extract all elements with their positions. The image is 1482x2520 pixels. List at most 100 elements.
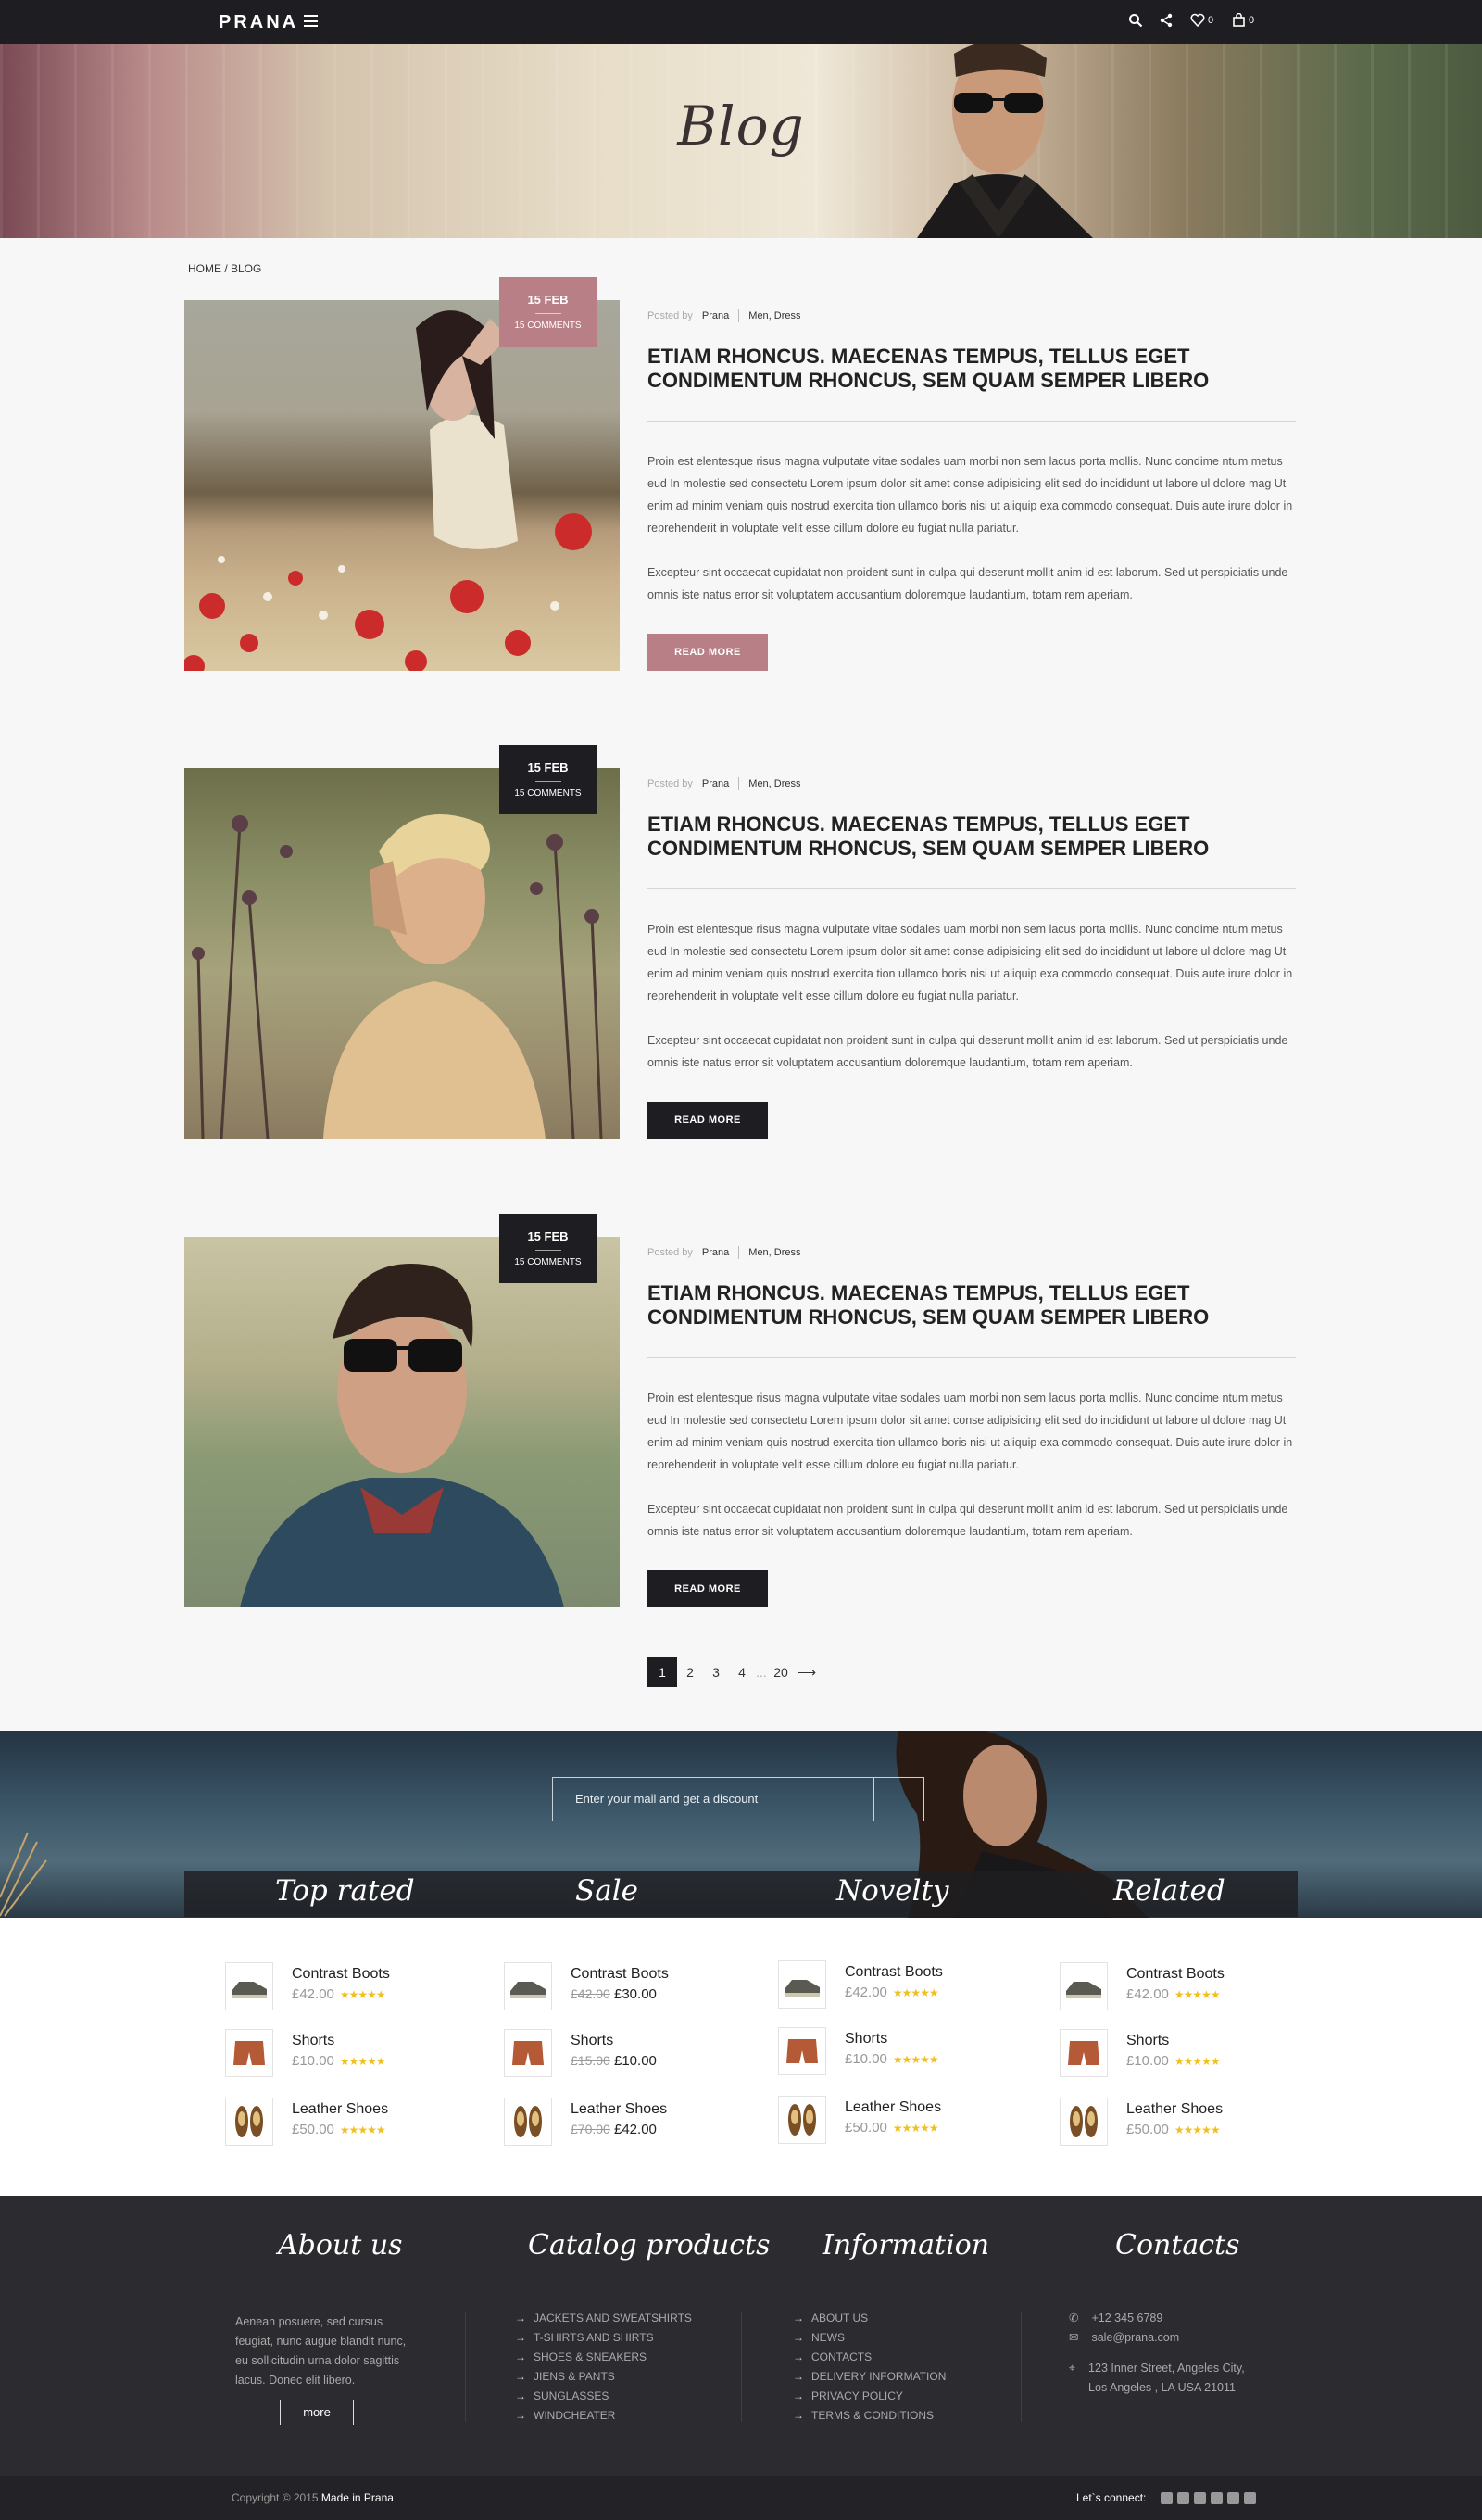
logo[interactable]: PRANA: [219, 12, 298, 33]
instagram-icon[interactable]: [1244, 2491, 1257, 2504]
menu-icon[interactable]: [304, 15, 318, 27]
old-price: £15.00: [571, 2053, 610, 2068]
facebook-icon[interactable]: [1211, 2491, 1224, 2504]
page-1[interactable]: 1: [647, 1657, 677, 1687]
made-in-link[interactable]: Made in Prana: [321, 2491, 394, 2504]
product-name[interactable]: Leather Shoes: [1126, 2101, 1223, 2118]
post-title[interactable]: ETIAM RHONCUS. MAECENAS TEMPUS, TELLUS E…: [647, 1281, 1296, 1329]
product-price: £10.00: [292, 2053, 334, 2069]
post-author[interactable]: Prana: [702, 778, 729, 789]
tumblr-icon[interactable]: [1161, 2491, 1174, 2504]
cart-icon[interactable]: 0: [1232, 13, 1254, 27]
next-page-arrow-icon[interactable]: ⟶: [794, 1657, 820, 1687]
product-price: £10.00: [1126, 2053, 1169, 2069]
post-image[interactable]: [184, 768, 620, 1139]
read-more-button[interactable]: READ MORE: [647, 1102, 768, 1139]
boot-thumbnail[interactable]: [778, 1960, 826, 2009]
boot-thumbnail[interactable]: [225, 1962, 273, 2010]
date-badge: 15 FEB 15 COMMENTS: [499, 277, 597, 346]
product-name[interactable]: Leather Shoes: [571, 2101, 667, 2118]
post-image[interactable]: [184, 1237, 620, 1607]
shorts-thumbnail[interactable]: [1060, 2029, 1108, 2077]
footer-link[interactable]: PRIVACY POLICY: [793, 2387, 946, 2406]
mail-icon: ✉: [1069, 2331, 1079, 2344]
footer-link[interactable]: JIENS & PANTS: [515, 2367, 692, 2387]
tab-related[interactable]: Related: [1113, 1874, 1225, 1908]
wishlist-icon[interactable]: 0: [1190, 13, 1213, 27]
product-name[interactable]: Contrast Boots: [571, 1966, 669, 1983]
newsletter-submit-button[interactable]: [873, 1777, 924, 1821]
shoes-thumbnail[interactable]: [504, 2098, 552, 2146]
footer-about-title: About us: [278, 2229, 403, 2262]
footer-link[interactable]: ABOUT US: [793, 2309, 946, 2328]
footer-link[interactable]: JACKETS AND SWEATSHIRTS: [515, 2309, 692, 2328]
email-link[interactable]: sale@prana.com: [1091, 2328, 1179, 2348]
product-name[interactable]: Shorts: [1126, 2033, 1169, 2049]
post-meta: Posted by Prana Men, Dress: [647, 1246, 801, 1259]
footer-link[interactable]: CONTACTS: [793, 2348, 946, 2367]
phone-number[interactable]: +12 345 6789: [1091, 2309, 1162, 2328]
post-categories[interactable]: Men, Dress: [748, 310, 800, 321]
footer-link[interactable]: T-SHIRTS AND SHIRTS: [515, 2328, 692, 2348]
product-name[interactable]: Shorts: [845, 2031, 887, 2048]
footer-link[interactable]: SUNGLASSES: [515, 2387, 692, 2406]
sale-price: £30.00: [614, 1986, 657, 2002]
location-pin-icon: ⌖: [1069, 2362, 1076, 2375]
tab-top-rated[interactable]: Top rated: [275, 1874, 415, 1908]
page-3[interactable]: 3: [703, 1657, 729, 1687]
shoes-thumbnail[interactable]: [225, 2098, 273, 2146]
post-author[interactable]: Prana: [702, 310, 729, 321]
post-excerpt: Excepteur sint occaecat cupidatat non pr…: [647, 566, 1288, 601]
product-price: £50.00: [1126, 2122, 1169, 2137]
share-icon[interactable]: [1159, 13, 1174, 28]
page-20[interactable]: 20: [768, 1657, 794, 1687]
sale-price: £42.00: [614, 2122, 657, 2137]
pagination: 1 2 3 4 ... 20 ⟶: [647, 1657, 820, 1687]
twitter-icon[interactable]: [1177, 2491, 1190, 2504]
post-categories[interactable]: Men, Dress: [748, 778, 800, 789]
product-name[interactable]: Contrast Boots: [1126, 1966, 1225, 1983]
product-name[interactable]: Shorts: [292, 2033, 334, 2049]
footer: About us Catalog products Information Co…: [0, 2196, 1482, 2476]
rating-stars: ★★★★★: [339, 1988, 386, 2001]
post-title[interactable]: ETIAM RHONCUS. MAECENAS TEMPUS, TELLUS E…: [647, 345, 1296, 393]
post-image[interactable]: [184, 300, 620, 671]
breadcrumb[interactable]: HOME / BLOG: [188, 262, 261, 275]
product-name[interactable]: Contrast Boots: [292, 1966, 390, 1983]
information-links: ABOUT US NEWS CONTACTS DELIVERY INFORMAT…: [793, 2309, 946, 2426]
shoes-thumbnail[interactable]: [1060, 2098, 1108, 2146]
rating-stars: ★★★★★: [892, 2053, 939, 2066]
shoes-thumbnail[interactable]: [778, 2096, 826, 2144]
footer-link[interactable]: WINDCHEATER: [515, 2406, 692, 2426]
shorts-thumbnail[interactable]: [778, 2027, 826, 2075]
product-price: £42.00: [292, 1986, 334, 2002]
product-name[interactable]: Contrast Boots: [845, 1964, 943, 1981]
top-navbar: PRANA 0 0: [0, 0, 1482, 44]
post-author[interactable]: Prana: [702, 1247, 729, 1258]
tab-novelty[interactable]: Novelty: [836, 1874, 949, 1908]
read-more-button[interactable]: READ MORE: [647, 634, 768, 671]
footer-link[interactable]: TERMS & CONDITIONS: [793, 2406, 946, 2426]
search-icon[interactable]: [1128, 13, 1143, 28]
read-more-button[interactable]: READ MORE: [647, 1570, 768, 1607]
page-4[interactable]: 4: [729, 1657, 755, 1687]
product-name[interactable]: Shorts: [571, 2033, 613, 2049]
blog-post: 15 FEB 15 COMMENTS Posted by Prana Men, …: [184, 277, 1296, 689]
footer-link[interactable]: SHOES & SNEAKERS: [515, 2348, 692, 2367]
product-name[interactable]: Leather Shoes: [845, 2099, 941, 2116]
boot-thumbnail[interactable]: [1060, 1962, 1108, 2010]
footer-link[interactable]: NEWS: [793, 2328, 946, 2348]
footer-link[interactable]: DELIVERY INFORMATION: [793, 2367, 946, 2387]
post-title[interactable]: ETIAM RHONCUS. MAECENAS TEMPUS, TELLUS E…: [647, 813, 1296, 861]
linkedin-icon[interactable]: [1227, 2491, 1240, 2504]
newsletter-email-input[interactable]: Enter your mail and get a discount: [552, 1777, 924, 1821]
vimeo-icon[interactable]: [1194, 2491, 1207, 2504]
boot-thumbnail[interactable]: [504, 1962, 552, 2010]
shorts-thumbnail[interactable]: [225, 2029, 273, 2077]
tab-sale[interactable]: Sale: [575, 1874, 638, 1908]
product-name[interactable]: Leather Shoes: [292, 2101, 388, 2118]
about-more-button[interactable]: more: [280, 2400, 354, 2426]
shorts-thumbnail[interactable]: [504, 2029, 552, 2077]
page-2[interactable]: 2: [677, 1657, 703, 1687]
post-categories[interactable]: Men, Dress: [748, 1247, 800, 1258]
